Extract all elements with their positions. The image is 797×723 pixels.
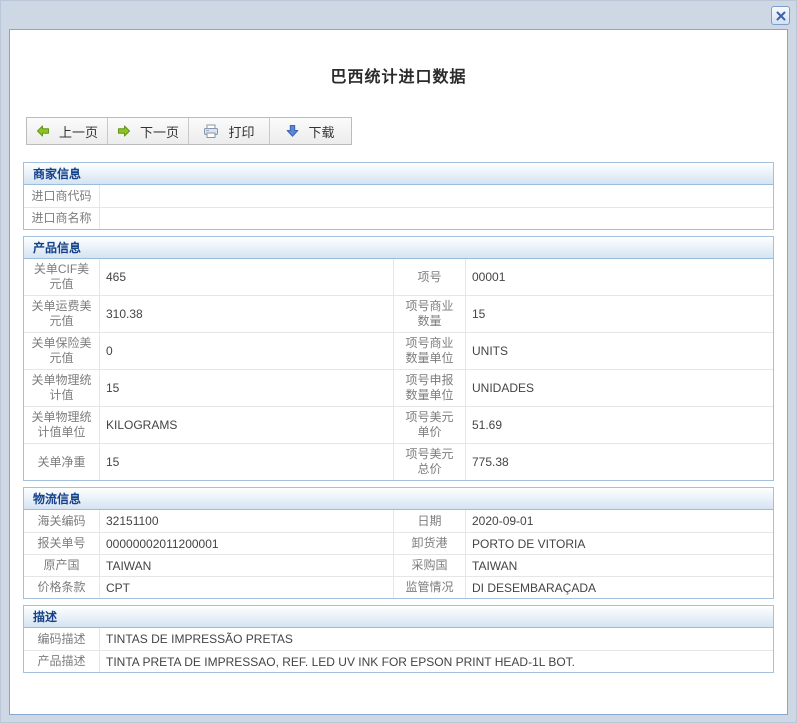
section-merchant-title: 商家信息 [24, 163, 773, 185]
field-value: TAIWAN [466, 554, 773, 576]
field-value: 2020-09-01 [466, 510, 773, 532]
dialog-titlebar [1, 1, 796, 29]
field-value: PORTO DE VITORIA [466, 532, 773, 554]
toolbar: 上一页 下一页 打印 [26, 117, 352, 145]
table-row: 海关编码 32151100 日期 2020-09-01 [24, 510, 773, 532]
field-label: 进口商名称 [24, 207, 100, 229]
field-label: 关单运费美元值 [24, 295, 100, 332]
table-row: 关单物理统计值 15 项号申报数量单位 UNIDADES [24, 369, 773, 406]
section-logistics-info: 物流信息 海关编码 32151100 日期 2020-09-01 报关单号 00… [23, 487, 774, 599]
table-row: 关单CIF美元值 465 项号 00001 [24, 259, 773, 295]
field-value [100, 207, 773, 229]
table-row: 产品描述 TINTA PRETA DE IMPRESSAO, REF. LED … [24, 650, 773, 672]
print-button[interactable]: 打印 [189, 118, 270, 144]
download-button[interactable]: 下载 [270, 118, 351, 144]
field-value: 00000002011200001 [100, 532, 394, 554]
field-label: 价格条款 [24, 576, 100, 598]
section-merchant-info: 商家信息 进口商代码 进口商名称 [23, 162, 774, 230]
field-label: 关单保险美元值 [24, 332, 100, 369]
table-row: 进口商代码 [24, 185, 773, 207]
dialog-content: 巴西统计进口数据 上一页 下一页 [9, 29, 788, 715]
section-product-info: 产品信息 关单CIF美元值 465 项号 00001 关单运费美元值 310.3… [23, 236, 774, 481]
field-value: UNIDADES [466, 369, 773, 406]
prev-page-label: 上一页 [59, 122, 98, 141]
field-label: 项号申报数量单位 [394, 369, 466, 406]
field-label: 报关单号 [24, 532, 100, 554]
print-label: 打印 [228, 122, 254, 141]
table-row: 关单物理统计值单位 KILOGRAMS 项号美元单价 51.69 [24, 406, 773, 443]
field-label: 关单净重 [24, 443, 100, 480]
field-value [100, 185, 773, 207]
field-value: 0 [100, 332, 394, 369]
table-row: 关单净重 15 项号美元总价 775.38 [24, 443, 773, 480]
sections-container: 商家信息 进口商代码 进口商名称 产品信息 关单CIF美元值 465 项号 00… [23, 162, 774, 673]
table-row: 价格条款 CPT 监管情况 DI DESEMBARAÇADA [24, 576, 773, 598]
field-label: 日期 [394, 510, 466, 532]
field-value: 310.38 [100, 295, 394, 332]
field-label: 采购国 [394, 554, 466, 576]
table-row: 编码描述 TINTAS DE IMPRESSÃO PRETAS [24, 628, 773, 650]
arrow-right-icon [117, 124, 131, 138]
table-row: 原产国 TAIWAN 采购国 TAIWAN [24, 554, 773, 576]
field-label: 原产国 [24, 554, 100, 576]
field-label: 关单物理统计值 [24, 369, 100, 406]
field-value: 15 [466, 295, 773, 332]
field-value: 32151100 [100, 510, 394, 532]
field-label: 关单物理统计值单位 [24, 406, 100, 443]
field-label: 卸货港 [394, 532, 466, 554]
field-value: DI DESEMBARAÇADA [466, 576, 773, 598]
prev-page-button[interactable]: 上一页 [27, 118, 108, 144]
field-value: CPT [100, 576, 394, 598]
next-page-button[interactable]: 下一页 [108, 118, 189, 144]
page-title: 巴西统计进口数据 [23, 63, 774, 87]
close-button[interactable] [771, 6, 790, 25]
field-label: 海关编码 [24, 510, 100, 532]
field-label: 关单CIF美元值 [24, 259, 100, 295]
field-value: 15 [100, 443, 394, 480]
field-value: KILOGRAMS [100, 406, 394, 443]
next-page-label: 下一页 [140, 122, 179, 141]
field-value: TINTA PRETA DE IMPRESSAO, REF. LED UV IN… [100, 650, 773, 672]
field-value: 15 [100, 369, 394, 406]
field-label: 项号商业数量单位 [394, 332, 466, 369]
field-label: 项号 [394, 259, 466, 295]
field-label: 项号美元总价 [394, 443, 466, 480]
section-description-title: 描述 [24, 606, 773, 628]
table-row: 进口商名称 [24, 207, 773, 229]
field-value: 775.38 [466, 443, 773, 480]
field-label: 项号美元单价 [394, 406, 466, 443]
dialog-window: 巴西统计进口数据 上一页 下一页 [0, 0, 797, 723]
arrow-left-icon [36, 124, 50, 138]
table-row: 报关单号 00000002011200001 卸货港 PORTO DE VITO… [24, 532, 773, 554]
field-label: 产品描述 [24, 650, 100, 672]
field-label: 监管情况 [394, 576, 466, 598]
field-label: 进口商代码 [24, 185, 100, 207]
printer-icon [203, 124, 219, 139]
field-label: 编码描述 [24, 628, 100, 650]
section-product-title: 产品信息 [24, 237, 773, 259]
table-row: 关单运费美元值 310.38 项号商业数量 15 [24, 295, 773, 332]
section-logistics-title: 物流信息 [24, 488, 773, 510]
arrow-down-icon [286, 124, 299, 138]
field-label: 项号商业数量 [394, 295, 466, 332]
field-value: 465 [100, 259, 394, 295]
field-value: 51.69 [466, 406, 773, 443]
download-label: 下载 [308, 122, 334, 141]
field-value: TAIWAN [100, 554, 394, 576]
close-icon [776, 11, 786, 21]
section-description: 描述 编码描述 TINTAS DE IMPRESSÃO PRETAS 产品描述 … [23, 605, 774, 673]
field-value: TINTAS DE IMPRESSÃO PRETAS [100, 628, 773, 650]
table-row: 关单保险美元值 0 项号商业数量单位 UNITS [24, 332, 773, 369]
field-value: 00001 [466, 259, 773, 295]
field-value: UNITS [466, 332, 773, 369]
